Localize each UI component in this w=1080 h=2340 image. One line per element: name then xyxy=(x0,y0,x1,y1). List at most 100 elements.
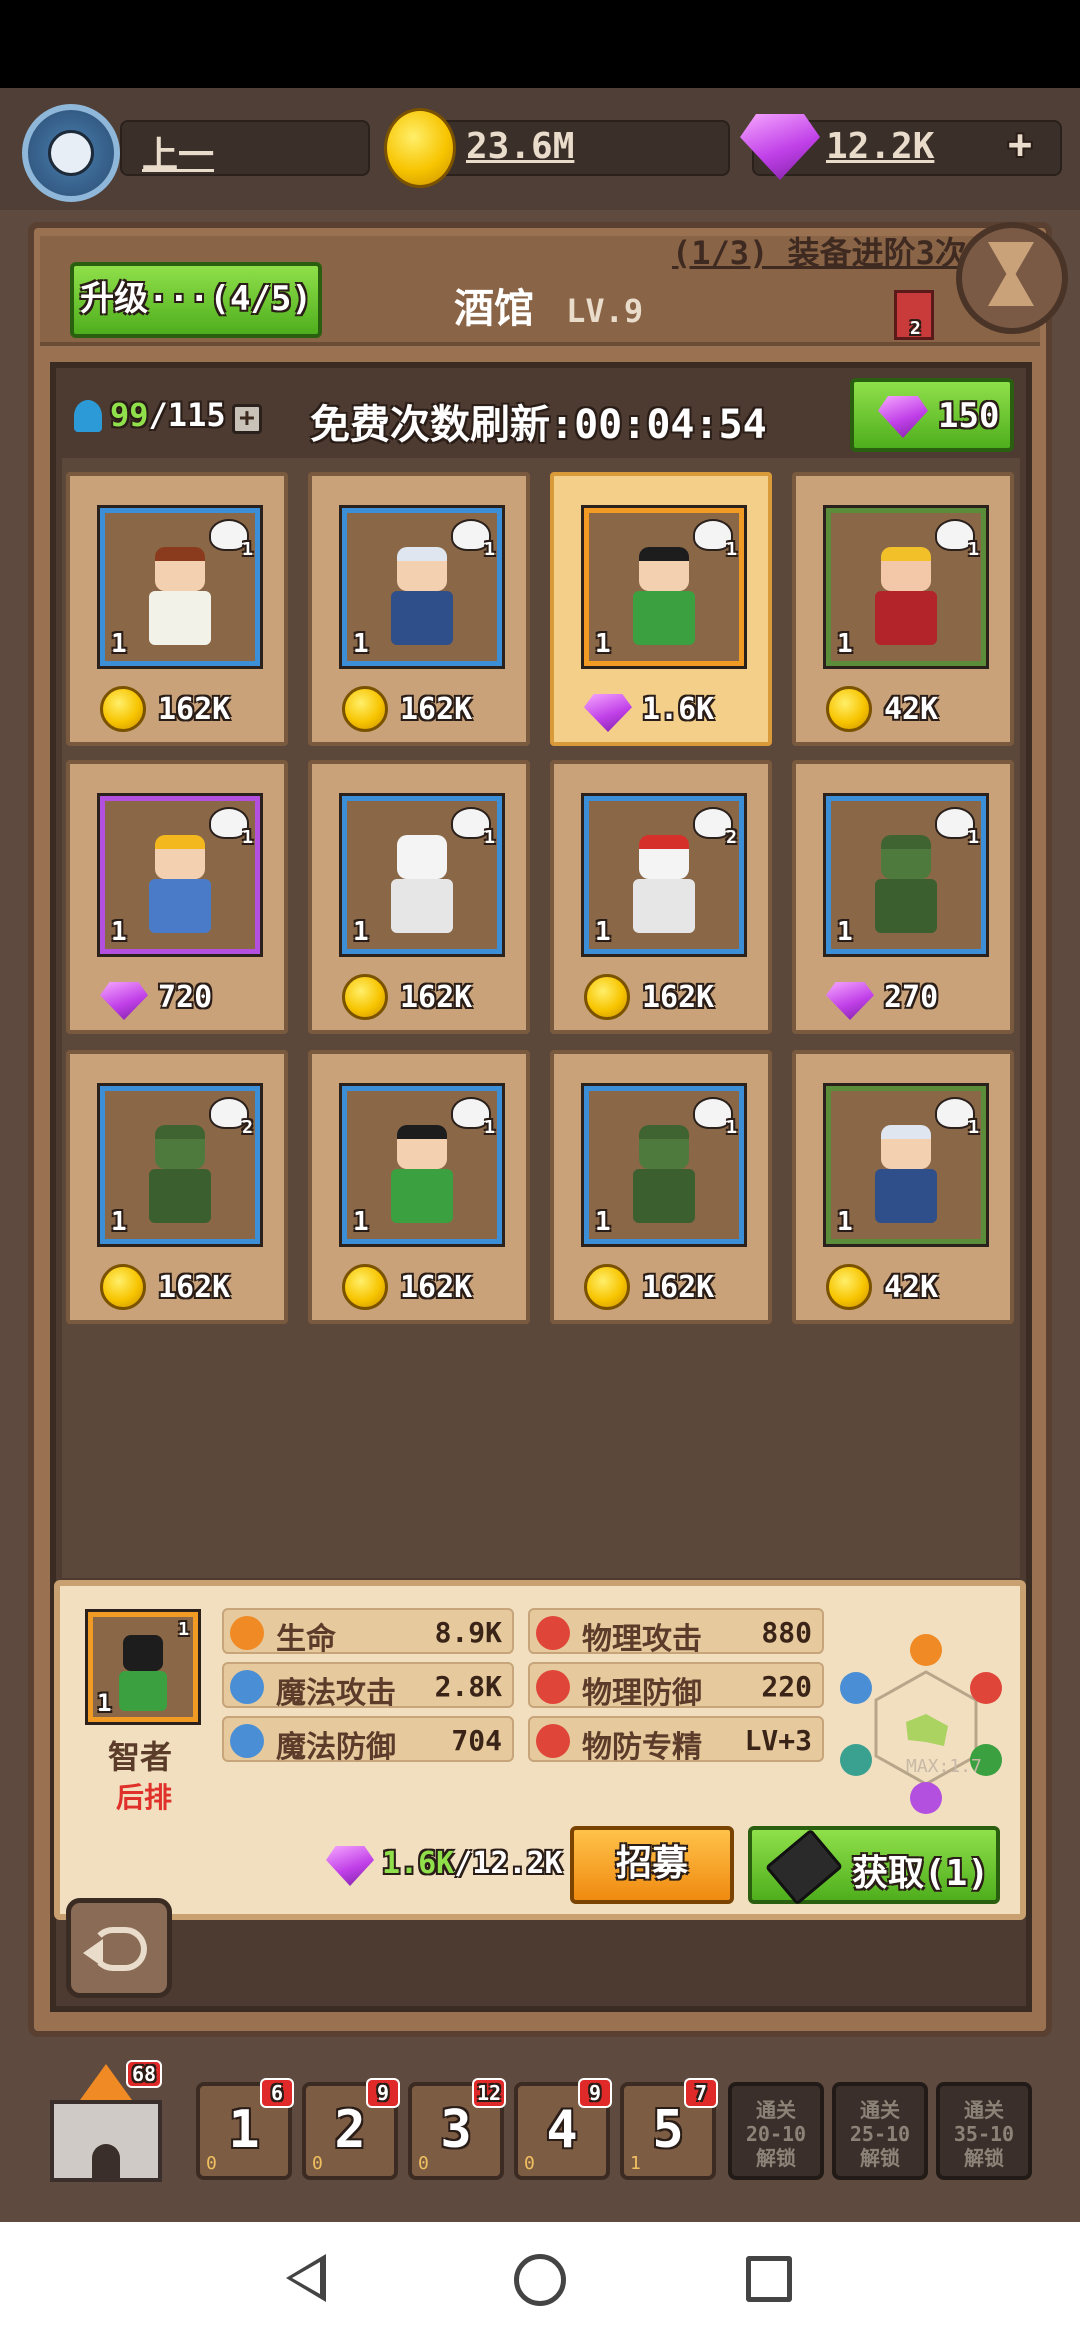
hero-card[interactable]: 1 1 162K xyxy=(308,760,530,1034)
hero-card[interactable]: 1 1 720 xyxy=(66,760,288,1034)
add-gems-button[interactable]: + xyxy=(1008,122,1032,168)
hero-card[interactable]: 1 1 42K xyxy=(792,472,1014,746)
role-count: 1 xyxy=(484,1117,495,1138)
hero-card[interactable]: 2 1 162K xyxy=(66,1050,288,1324)
hero-head xyxy=(155,835,205,879)
nav-recents-icon[interactable] xyxy=(746,2256,792,2302)
stat-value: 8.9K xyxy=(434,1616,502,1649)
hero-sprite xyxy=(123,1635,163,1671)
refresh-text: 免费次数刷新:00:04:54 xyxy=(310,392,767,450)
hero-head xyxy=(639,835,689,879)
hero-capacity: 99/115 xyxy=(110,396,226,434)
hero-portrait: 11 xyxy=(339,505,505,669)
hero-name: 智者 xyxy=(108,1738,173,1776)
team-slot[interactable]: 3 12 0 xyxy=(408,2078,506,2180)
hero-body xyxy=(391,879,453,933)
role-count: 1 xyxy=(484,827,495,848)
hero-card[interactable]: 2 1 162K xyxy=(550,760,772,1034)
team-slot[interactable]: 29 0 xyxy=(302,2078,400,2180)
hero-price: 720 xyxy=(100,974,270,1022)
player-name[interactable]: 上一 xyxy=(142,126,214,178)
hero-portrait: 11 xyxy=(339,1083,505,1247)
gold-coin-icon xyxy=(100,686,146,732)
hero-sprite xyxy=(629,835,699,935)
hero-head xyxy=(397,547,447,591)
team-slot[interactable]: 57 1 xyxy=(620,2078,718,2180)
stat-value: 880 xyxy=(761,1616,812,1649)
radar-vision-icon xyxy=(840,1672,872,1704)
locked-slot[interactable]: 通关 20-10 解锁 xyxy=(728,2082,824,2180)
stat-value: LV+3 xyxy=(744,1724,812,1757)
hero-card[interactable]: 1 1 162K xyxy=(550,1050,772,1324)
hero-level: 1 xyxy=(353,1207,369,1237)
hero-portrait: 11 xyxy=(97,505,263,669)
slot-chest-count: 1 xyxy=(630,2153,641,2174)
obtain-button[interactable]: 获取(1) xyxy=(748,1826,1000,1906)
stat-phys-defense: 物理防御 220 xyxy=(528,1662,824,1711)
locked-slot[interactable]: 通关 35-10 解锁 xyxy=(936,2082,1032,2180)
castle-button[interactable]: 68 xyxy=(46,2060,166,2186)
slot-chest-count: 0 xyxy=(312,2153,323,2174)
hero-card[interactable]: 1 1 162K xyxy=(308,1050,530,1324)
hero-card[interactable]: 1 1 270 xyxy=(792,760,1014,1034)
stat-value: 2.8K xyxy=(434,1670,502,1703)
team-slot[interactable]: 49 0 xyxy=(514,2078,612,2180)
avatar-face-icon xyxy=(48,130,94,176)
armor-mastery-icon xyxy=(536,1724,570,1758)
hero-level: 1 xyxy=(111,917,127,947)
hero-head xyxy=(881,835,931,879)
radar-fire-icon xyxy=(910,1634,942,1666)
lock-line-1: 通关 xyxy=(860,2098,900,2122)
hero-card[interactable]: 1 1 42K xyxy=(792,1050,1014,1324)
gold-coin-icon xyxy=(342,974,388,1020)
role-count: 1 xyxy=(726,539,737,560)
lock-line-1: 通关 xyxy=(756,2098,796,2122)
hero-head xyxy=(155,547,205,591)
price-value: 42K xyxy=(884,1270,939,1305)
heart-icon xyxy=(230,1616,264,1650)
locked-slot[interactable]: 通关 25-10 解锁 xyxy=(832,2082,928,2180)
slot-chest-count: 0 xyxy=(524,2153,535,2174)
refresh-now-button[interactable]: 150 xyxy=(850,378,1014,452)
attribute-radar[interactable]: MAX:1.7 xyxy=(836,1622,1016,1822)
add-capacity-button[interactable]: + xyxy=(232,404,262,434)
hero-card[interactable]: 1 1 162K xyxy=(66,472,288,746)
gold-coin-icon xyxy=(584,974,630,1020)
slot-number: 2 xyxy=(334,2100,366,2160)
lock-line-3: 解锁 xyxy=(964,2146,1004,2170)
nav-home-icon[interactable] xyxy=(514,2254,566,2306)
role-count: 1 xyxy=(242,827,253,848)
hero-card[interactable]: 1 1 1.6K xyxy=(550,472,772,746)
hero-head xyxy=(397,835,447,879)
status-bar xyxy=(0,0,1080,88)
back-button[interactable] xyxy=(66,1898,172,1998)
hero-portrait: 11 xyxy=(823,793,989,957)
slot-number: 3 xyxy=(440,2100,472,2160)
recruit-button[interactable]: 招募 xyxy=(570,1826,734,1904)
equip-quest-link[interactable]: (1/3) 装备进阶3次 xyxy=(672,228,967,274)
hero-level: 1 xyxy=(595,1207,611,1237)
price-value: 1.6K xyxy=(642,692,715,727)
hero-price: 42K xyxy=(826,1264,996,1312)
selected-hero-portrait[interactable]: 1 1 xyxy=(85,1609,201,1725)
hero-price: 162K xyxy=(342,1264,512,1312)
title-level: LV.9 xyxy=(566,292,644,330)
hero-sprite xyxy=(629,1125,699,1225)
hero-price: 162K xyxy=(100,686,270,734)
team-slot[interactable]: 16 0 xyxy=(196,2078,294,2180)
stat-magic-defense: 魔法防御 704 xyxy=(222,1716,514,1765)
slot-chest-count: 0 xyxy=(418,2153,429,2174)
stat-value: 220 xyxy=(761,1670,812,1703)
slot-badge: 9 xyxy=(578,2078,612,2108)
castle-badge: 68 xyxy=(126,2060,163,2088)
lock-line-1: 通关 xyxy=(964,2098,1004,2122)
stat-name: 魔法防御 xyxy=(276,1730,396,1765)
lock-line-2: 35-10 xyxy=(953,2122,1015,2146)
hero-price: 162K xyxy=(342,686,512,734)
hero-sprite xyxy=(629,547,699,647)
hero-sprite xyxy=(145,1125,215,1225)
hero-price: 162K xyxy=(342,974,512,1022)
hero-portrait: 21 xyxy=(581,793,747,957)
hero-card[interactable]: 1 1 162K xyxy=(308,472,530,746)
upgrade-button[interactable]: 升级···(4/5) xyxy=(70,262,322,338)
